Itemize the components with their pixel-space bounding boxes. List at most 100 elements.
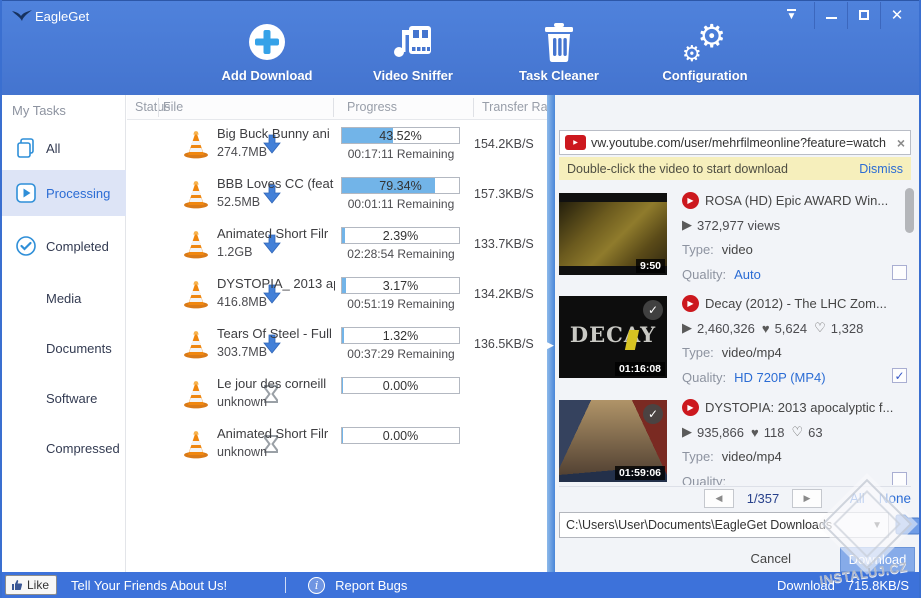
video-thumbnail[interactable]: DECAY ✓ 01:16:08 (559, 296, 667, 378)
maximize-button[interactable] (847, 1, 880, 29)
table-row[interactable]: BBB Loves CC (feat 52.5MB 79.34% 00:01:11 R… (127, 170, 547, 220)
sidebar-item-processing[interactable]: Processing (2, 170, 126, 216)
table-row[interactable]: Animated Short Filr unknown 0.00% (127, 420, 547, 470)
select-none-link[interactable]: None (879, 491, 911, 506)
report-bugs-link[interactable]: Report Bugs (335, 578, 407, 593)
dismiss-link[interactable]: Dismiss (859, 162, 903, 176)
eagleget-logo-icon (11, 8, 33, 26)
progress-bar: 43.52% (341, 127, 460, 144)
sidebar-item-software[interactable]: Software (2, 375, 126, 421)
progress-percent: 3.17% (382, 279, 419, 293)
video-scrollbar[interactable] (905, 188, 914, 488)
close-button[interactable]: ✕ (880, 1, 913, 29)
file-name: BBB Loves CC (feat (217, 176, 334, 191)
vlc-cone-icon (182, 279, 210, 309)
sidebar-item-compressed[interactable]: Compressed (2, 425, 126, 471)
task-cleaner-button[interactable]: Task Cleaner (504, 21, 614, 83)
file-size: unknown (217, 445, 268, 459)
minimize-button[interactable] (814, 1, 847, 29)
sidebar-item-label: Documents (46, 340, 112, 356)
table-row[interactable]: Le jour des corneill unknown 0.00% (127, 370, 547, 420)
save-path-input[interactable]: C:\Users\User\Documents\EagleGet Downloa… (559, 512, 889, 538)
table-row[interactable]: Tears Of Steel - Full 303.7MB 1.32% 00:37:2… (127, 320, 547, 370)
sniffer-hint: Double-click the video to start download (567, 161, 788, 176)
sidebar-item-label: Software (46, 390, 98, 406)
table-row[interactable]: Animated Short Filr 1.2GB 2.39% 02:28:54 Re… (127, 220, 547, 270)
video-duration: 9:50 (635, 259, 665, 273)
video-list-item[interactable]: DECAY ✓ 01:16:08 ▶ Decay (2012) - The LHC Zo… (559, 293, 911, 389)
panel-splitter[interactable]: ▶ (547, 95, 555, 572)
video-duration: 01:59:06 (614, 466, 665, 480)
transfer-rate: 157.3KB/S (474, 187, 534, 201)
video-stats: ▶ 2,460,326 ♥ 5,624 ♡ 1,328 (682, 320, 911, 336)
time-remaining: 00:37:29 Remaining (347, 347, 455, 361)
sidebar-item-label: Media (46, 290, 82, 306)
table-row[interactable]: DYSTOPIA_ 2013 ap 416.8MB 3.17% 00:51:19 Re… (127, 270, 547, 320)
facebook-like-button[interactable]: Like (5, 575, 58, 595)
browse-folder-button[interactable] (895, 514, 919, 535)
column-file[interactable]: File (163, 100, 183, 114)
next-page-button[interactable]: ▶ (792, 488, 822, 508)
table-header: Status File Progress Transfer Rate/Date … (127, 95, 552, 120)
transfer-rate: 154.2KB/S (474, 137, 534, 151)
stat-value: 118 (763, 424, 785, 440)
sidebar-item-all[interactable]: All (2, 125, 126, 171)
heart-outline-icon: ♡ (791, 424, 804, 439)
thumbs-up-icon (12, 580, 23, 590)
save-path-value[interactable]: C:\Users\User\Documents\EagleGet Downloa… (566, 518, 868, 532)
transfer-rate: 134.2KB/S (474, 287, 534, 301)
play-icon: ▶ (682, 424, 692, 439)
video-stat: ♡ 63 (791, 424, 822, 440)
video-quality-row: Quality: (682, 474, 726, 485)
video-type-row: Type: video/mp4 (682, 345, 782, 360)
letterbox-bar (559, 193, 667, 202)
stat-value: 63 (808, 424, 823, 440)
cancel-button[interactable]: Cancel (751, 551, 791, 566)
chevron-down-icon[interactable]: ▼ (872, 520, 882, 531)
quality-value[interactable]: HD 720P (MP4) (734, 370, 826, 385)
type-label: Type: (682, 345, 714, 360)
quality-label: Quality: (682, 370, 727, 385)
file-name: DYSTOPIA_ 2013 ap (217, 276, 335, 291)
column-progress[interactable]: Progress (347, 100, 397, 114)
tell-friends-link[interactable]: Tell Your Friends About Us! (71, 578, 227, 593)
type-value: video/mp4 (721, 345, 782, 360)
select-all-link[interactable]: All (850, 491, 865, 506)
table-row[interactable]: Big Buck Bunny ani 274.7MB 43.52% 00:17:11 … (127, 120, 547, 170)
quality-value[interactable]: Auto (734, 267, 761, 282)
scrollbar-thumb[interactable] (905, 188, 914, 233)
play-icon: ▶ (682, 217, 692, 232)
footer-divider (285, 577, 287, 593)
file-size: 274.7MB (217, 145, 268, 159)
sidebar-item-label: Compressed (46, 440, 120, 456)
sidebar-item-media[interactable]: Media (2, 275, 126, 321)
video-list: 9:50 ▶ ROSA (HD) Epic AWARD Win... ▶ 372,977… (555, 185, 919, 485)
collapse-arrow-icon: ▶ (547, 340, 554, 350)
download-button[interactable]: Download (840, 547, 915, 572)
progress-percent: 0.00% (382, 379, 419, 393)
video-sniffer-button[interactable]: Video Sniffer (358, 21, 468, 83)
tray-arrow-icon[interactable]: ▼ (775, 2, 808, 29)
sidebar-item-label: Completed (46, 238, 109, 254)
sidebar-item-completed[interactable]: Completed (2, 223, 126, 269)
action-row: Cancel Download (555, 547, 919, 572)
gears-icon: ⚙ ⚙ (682, 18, 726, 66)
video-list-item[interactable]: 9:50 ▶ ROSA (HD) Epic AWARD Win... ▶ 372,977… (559, 190, 911, 286)
prev-page-button[interactable]: ◀ (704, 488, 734, 508)
play-icon: ▶ (682, 320, 692, 335)
video-title: ROSA (HD) Epic AWARD Win... (705, 193, 889, 208)
video-list-item[interactable]: ✓ 01:59:06 ▶ DYSTOPIA: 2013 apocalyptic f..… (559, 397, 911, 485)
sniffer-url[interactable]: vw.youtube.com/user/mehrfilmeonline?feat… (591, 136, 893, 150)
column-transfer-rate[interactable]: Transfer Rate/Date Comp (482, 100, 552, 114)
sidebar-item-documents[interactable]: Documents (2, 325, 126, 371)
url-close-icon[interactable]: × (897, 135, 905, 151)
add-download-button[interactable]: Add Download (212, 21, 322, 83)
video-thumbnail[interactable]: ✓ 01:59:06 (559, 400, 667, 482)
transfer-rate: 133.7KB/S (474, 237, 534, 251)
heart-icon: ♥ (761, 320, 770, 336)
video-thumbnail[interactable]: 9:50 (559, 193, 667, 275)
plus-circle-icon (247, 21, 287, 63)
sniffer-url-bar[interactable]: ▶ vw.youtube.com/user/mehrfilmeonline?fe… (559, 130, 911, 155)
music-film-icon (391, 21, 435, 63)
configuration-button[interactable]: ⚙ ⚙ Configuration (650, 18, 760, 83)
